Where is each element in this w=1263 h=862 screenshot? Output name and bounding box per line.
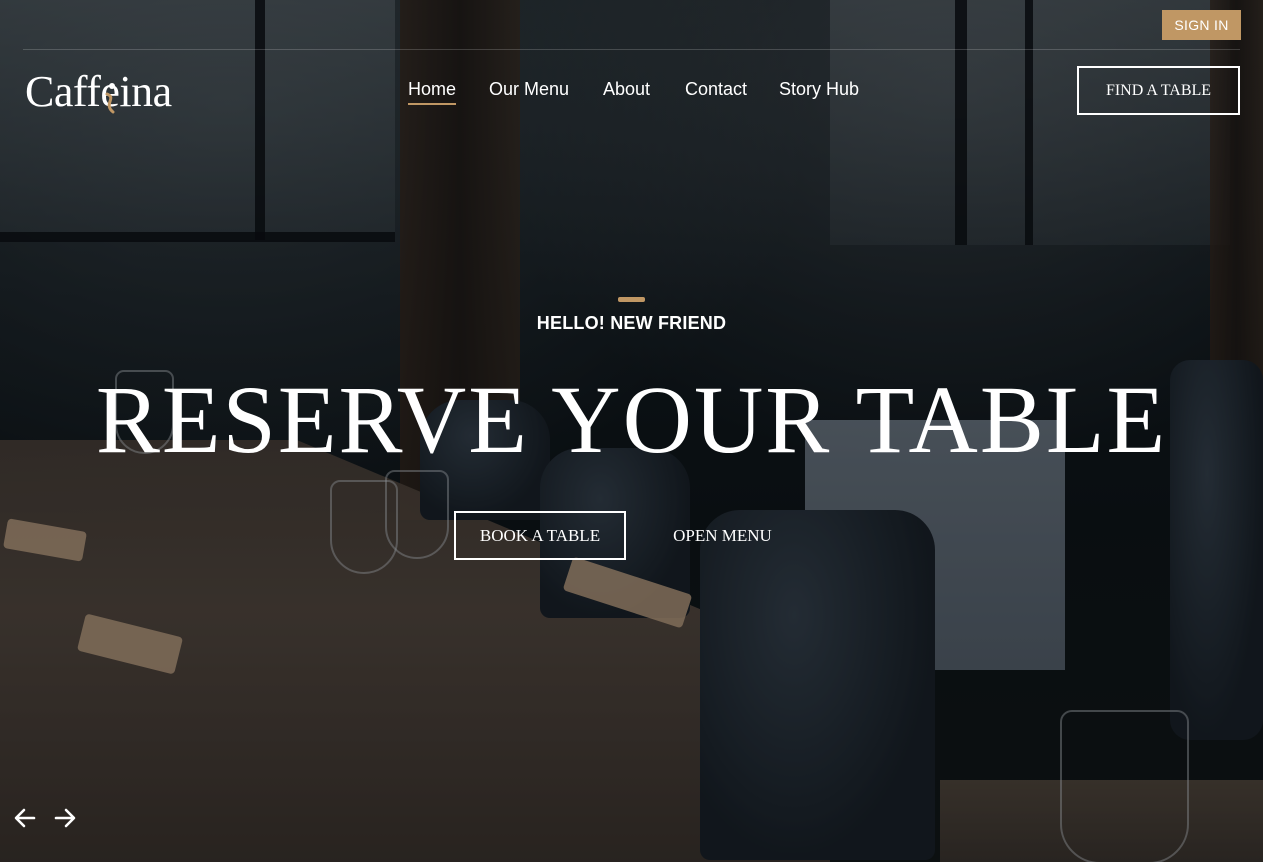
eyebrow-accent-bar (618, 297, 645, 302)
logo-steam-icon (105, 83, 115, 114)
nav-story-hub[interactable]: Story Hub (779, 76, 859, 102)
nav-contact[interactable]: Contact (685, 76, 747, 102)
find-a-table-button[interactable]: FIND A TABLE (1077, 66, 1240, 115)
nav-home[interactable]: Home (408, 76, 457, 105)
header-divider (23, 49, 1240, 50)
nav-about[interactable]: About (603, 76, 650, 102)
nav-our-menu[interactable]: Our Menu (489, 76, 569, 102)
hero-headline: RESERVE YOUR TABLE (95, 366, 1168, 473)
book-a-table-button[interactable]: BOOK A TABLE (454, 511, 626, 560)
logo-text: Caffeina (25, 67, 172, 116)
sign-in-button[interactable]: SIGN IN (1162, 10, 1241, 40)
open-menu-button[interactable]: OPEN MENU (660, 511, 785, 560)
logo[interactable]: Caffeina (25, 64, 172, 120)
hero-eyebrow: HELLO! NEW FRIEND (536, 313, 727, 333)
arrow-right-icon[interactable] (52, 806, 78, 830)
arrow-left-icon[interactable] (12, 806, 38, 830)
